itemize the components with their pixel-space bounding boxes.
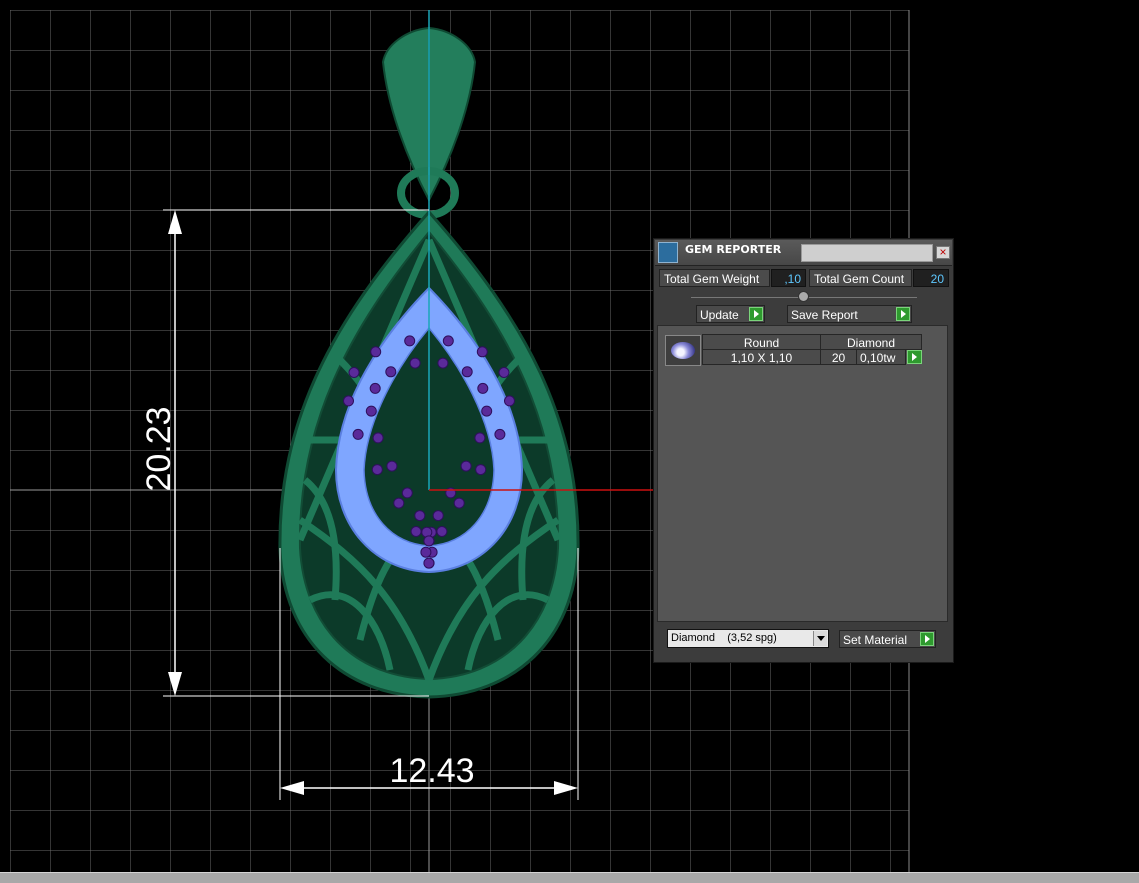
- gem-stone: [393, 497, 405, 509]
- set-material-label: Set Material: [843, 633, 908, 647]
- height-dimension-label: 20.23: [140, 406, 178, 492]
- panel-slider-knob[interactable]: [798, 291, 809, 302]
- gem-stone: [432, 510, 444, 522]
- gem-stone: [343, 395, 354, 407]
- gem-stone: [352, 428, 364, 440]
- total-count-label: Total Gem Count: [809, 269, 912, 287]
- total-weight-label: Total Gem Weight: [659, 269, 770, 287]
- title-drag-handle[interactable]: [801, 244, 933, 262]
- gem-stone: [437, 357, 449, 369]
- gem-stone: [481, 405, 493, 417]
- save-report-button[interactable]: Save Report: [787, 305, 912, 323]
- save-report-label: Save Report: [791, 308, 858, 322]
- gem-stone: [401, 487, 413, 499]
- gem-stone: [372, 432, 384, 444]
- width-dimension-label: 12.43: [389, 752, 475, 790]
- gem-size-cell: 1,10 X 1,10: [702, 349, 821, 365]
- gem-shape-cell: Round: [702, 334, 821, 350]
- panel-title-bar[interactable]: GEM REPORTER ×: [655, 240, 952, 266]
- gem-stone: [461, 366, 473, 378]
- gem-stone: [494, 428, 506, 440]
- set-material-button[interactable]: Set Material: [839, 630, 936, 648]
- chevron-down-icon[interactable]: [813, 631, 827, 646]
- gem-stone: [365, 405, 377, 417]
- gem-stone: [420, 546, 432, 558]
- update-button[interactable]: Update: [696, 305, 765, 323]
- gem-stone: [409, 357, 421, 369]
- gem-stone: [414, 510, 426, 522]
- total-count-value: 20: [913, 269, 949, 287]
- material-selected-value: Diamond (3,52 spg): [671, 632, 777, 644]
- gem-weight-cell: 0,10tw: [856, 349, 906, 365]
- panel-title: GEM REPORTER: [685, 243, 782, 256]
- gem-stone: [498, 367, 510, 378]
- status-bar: [0, 872, 1139, 883]
- gem-count-cell: 20: [820, 349, 857, 365]
- play-arrow-icon: [920, 632, 934, 646]
- gem-stone: [423, 535, 435, 547]
- gem-type-cell: Diamond: [820, 334, 922, 350]
- gem-stone: [474, 432, 486, 444]
- gem-stone: [370, 346, 382, 358]
- gem-stone: [348, 367, 360, 378]
- round-gem-icon: [671, 342, 695, 359]
- gem-stone: [477, 382, 489, 394]
- gem-stone: [410, 526, 422, 537]
- gem-reporter-panel[interactable]: GEM REPORTER × Total Gem Weight ,10 Tota…: [653, 238, 954, 663]
- select-gem-arrow-icon[interactable]: [907, 350, 922, 364]
- close-button[interactable]: ×: [936, 246, 950, 259]
- gem-stone: [423, 557, 435, 569]
- total-weight-value: ,10: [771, 269, 806, 287]
- play-arrow-icon: [749, 307, 763, 321]
- gem-stone: [371, 464, 383, 476]
- play-arrow-icon: [896, 307, 910, 321]
- update-button-label: Update: [700, 308, 739, 322]
- gem-stone: [369, 382, 381, 394]
- gem-thumbnail: [665, 335, 701, 366]
- gem-stone: [504, 395, 515, 407]
- gem-stone: [404, 335, 416, 347]
- gem-stone: [386, 460, 398, 472]
- material-select[interactable]: Diamond (3,52 spg): [667, 629, 829, 648]
- gem-stone: [436, 526, 448, 537]
- gem-reporter-icon: [658, 242, 678, 263]
- gem-stone: [475, 464, 487, 476]
- gem-list[interactable]: Round Diamond 1,10 X 1,10 20 0,10tw: [657, 325, 948, 622]
- gem-stone: [460, 460, 472, 472]
- gem-stone: [442, 335, 454, 347]
- gem-stone: [453, 497, 465, 509]
- gem-stone: [385, 366, 397, 378]
- gem-stone: [476, 346, 488, 358]
